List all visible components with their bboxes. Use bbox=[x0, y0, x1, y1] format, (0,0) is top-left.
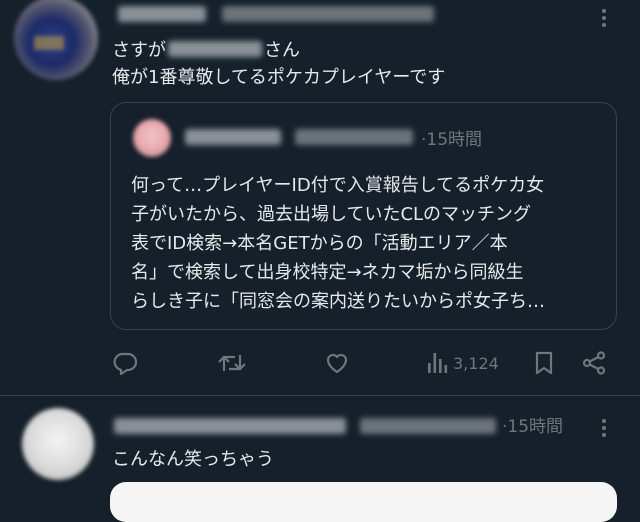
views-icon bbox=[428, 353, 448, 373]
quoted-text-line: 子がいたから、過去出場していたCLのマッチング bbox=[131, 204, 532, 225]
quoted-text-line: 名」で検索して出身校特定→ネカマ垢から同級生 bbox=[131, 262, 524, 283]
more-dots-icon[interactable] bbox=[601, 9, 607, 27]
quoted-text-line: 表でID検索→本名GETからの「活動エリア／本 bbox=[131, 233, 508, 254]
share-button[interactable] bbox=[581, 351, 607, 375]
views-count: 3,124 bbox=[453, 353, 499, 373]
quoted-user-handle[interactable] bbox=[295, 129, 413, 145]
user-handle[interactable] bbox=[360, 418, 496, 434]
heart-icon bbox=[326, 353, 348, 374]
more-dots-icon[interactable] bbox=[601, 419, 607, 437]
mentioned-name[interactable] bbox=[168, 41, 262, 57]
display-name[interactable] bbox=[118, 6, 206, 22]
quoted-avatar[interactable] bbox=[133, 119, 171, 157]
divider bbox=[0, 395, 640, 396]
repost-icon bbox=[218, 355, 246, 371]
post-text-suffix: さん bbox=[264, 40, 300, 61]
bookmark-icon bbox=[535, 351, 553, 375]
like-button[interactable] bbox=[324, 351, 350, 375]
quoted-text-line: らしき子に「同窓会の案内送りたいからポ女子ち… bbox=[131, 291, 545, 312]
media-card[interactable] bbox=[110, 482, 617, 522]
post-text-prefix: さすが bbox=[112, 40, 166, 61]
post-timestamp[interactable]: ·15時間 bbox=[502, 414, 563, 440]
share-icon bbox=[582, 351, 606, 375]
post-text: こんなん笑っちゃう bbox=[112, 449, 274, 470]
avatar[interactable] bbox=[22, 408, 94, 480]
quoted-text-line: 何って…プレイヤーID付で入賞報告してるポケカ女 bbox=[131, 175, 545, 196]
post-text-line-2: 俺が1番尊敬してるポケカプレイヤーです bbox=[112, 67, 446, 88]
bookmark-button[interactable] bbox=[533, 351, 555, 375]
quoted-timestamp[interactable]: ·15時間 bbox=[421, 127, 482, 153]
post-text: さすが さん bbox=[112, 38, 300, 64]
quoted-display-name[interactable] bbox=[185, 129, 281, 145]
quoted-post[interactable]: ·15時間 何って…プレイヤーID付で入賞報告してるポケカ女 子がいたから、過去… bbox=[110, 102, 617, 330]
reply-icon bbox=[113, 352, 138, 375]
avatar[interactable] bbox=[14, 0, 98, 80]
reply-button[interactable] bbox=[112, 351, 138, 375]
repost-button[interactable] bbox=[217, 351, 247, 375]
views-button[interactable]: 3,124 bbox=[426, 351, 499, 375]
user-handle[interactable] bbox=[222, 6, 434, 22]
display-name[interactable] bbox=[114, 418, 346, 434]
